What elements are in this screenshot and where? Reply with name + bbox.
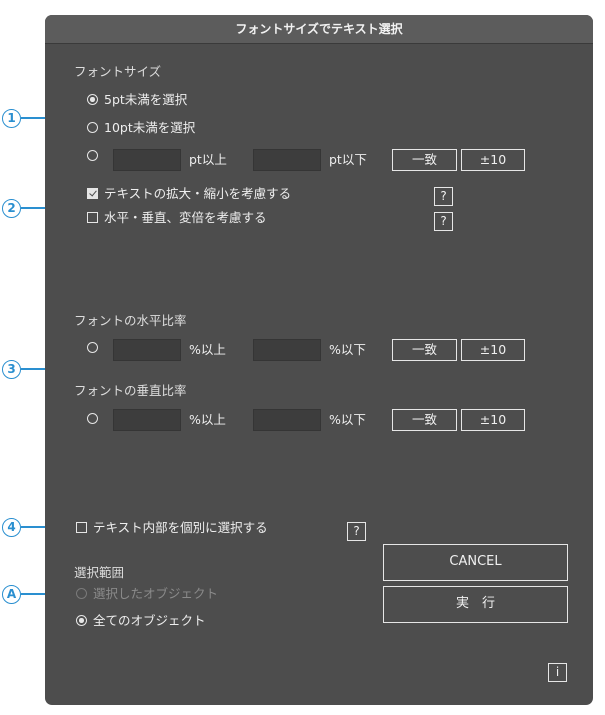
annotation-marker-3: 3 bbox=[2, 360, 21, 379]
inner-text-label: テキスト内部を個別に選択する bbox=[93, 520, 268, 535]
consider-scale-help-button[interactable]: ? bbox=[434, 187, 453, 206]
pt-min-suffix: pt以上 bbox=[189, 152, 227, 167]
vertical-ratio-section-label: フォントの垂直比率 bbox=[74, 383, 187, 398]
annotation-marker-a: A bbox=[2, 585, 21, 604]
horizontal-min-suffix: %以上 bbox=[189, 342, 226, 357]
inner-text-checkbox[interactable] bbox=[76, 522, 87, 533]
annotation-marker-4: 4 bbox=[2, 518, 21, 537]
horizontal-ratio-section-label: フォントの水平比率 bbox=[74, 313, 187, 328]
consider-hv-label: 水平・垂直、変倍を考慮する bbox=[104, 210, 267, 225]
vertical-max-input[interactable] bbox=[253, 409, 321, 431]
pt-pm10-button[interactable]: ±10 bbox=[461, 149, 525, 171]
font-size-section-label: フォントサイズ bbox=[74, 64, 162, 79]
radio-below-5pt-label: 5pt未満を選択 bbox=[104, 92, 188, 107]
radio-all-objects-label: 全てのオブジェクト bbox=[93, 613, 206, 628]
radio-below-10pt[interactable] bbox=[87, 122, 98, 133]
radio-vertical-ratio[interactable] bbox=[87, 413, 98, 424]
consider-scale-label: テキストの拡大・縮小を考慮する bbox=[104, 186, 292, 201]
vertical-min-input[interactable] bbox=[113, 409, 181, 431]
vertical-match-button[interactable]: 一致 bbox=[392, 409, 457, 431]
horizontal-max-input[interactable] bbox=[253, 339, 321, 361]
annotation-marker-1: 1 bbox=[2, 109, 21, 128]
pt-max-suffix: pt以下 bbox=[329, 152, 367, 167]
horizontal-min-input[interactable] bbox=[113, 339, 181, 361]
scope-section-label: 選択範囲 bbox=[74, 565, 125, 580]
horizontal-pm10-button[interactable]: ±10 bbox=[461, 339, 525, 361]
radio-selected-objects[interactable] bbox=[76, 588, 87, 599]
pt-max-input[interactable] bbox=[253, 149, 321, 171]
cancel-button[interactable]: CANCEL bbox=[383, 544, 568, 581]
consider-hv-help-button[interactable]: ? bbox=[434, 212, 453, 231]
consider-scale-checkbox[interactable] bbox=[87, 188, 98, 199]
radio-selected-objects-label: 選択したオブジェクト bbox=[93, 586, 219, 601]
info-button[interactable]: i bbox=[548, 663, 567, 682]
radio-pt-range[interactable] bbox=[87, 150, 98, 161]
inner-text-help-button[interactable]: ? bbox=[347, 522, 366, 541]
vertical-min-suffix: %以上 bbox=[189, 412, 226, 427]
font-size-select-dialog: フォントサイズでテキスト選択 フォントサイズ 5pt未満を選択 10pt未満を選… bbox=[45, 15, 593, 705]
execute-button[interactable]: 実 行 bbox=[383, 586, 568, 623]
vertical-pm10-button[interactable]: ±10 bbox=[461, 409, 525, 431]
radio-below-5pt[interactable] bbox=[87, 94, 98, 105]
radio-all-objects[interactable] bbox=[76, 615, 87, 626]
horizontal-match-button[interactable]: 一致 bbox=[392, 339, 457, 361]
vertical-max-suffix: %以下 bbox=[329, 412, 366, 427]
dialog-title: フォントサイズでテキスト選択 bbox=[45, 15, 593, 44]
radio-horizontal-ratio[interactable] bbox=[87, 342, 98, 353]
pt-min-input[interactable] bbox=[113, 149, 181, 171]
consider-hv-checkbox[interactable] bbox=[87, 212, 98, 223]
annotation-marker-2: 2 bbox=[2, 199, 21, 218]
pt-match-button[interactable]: 一致 bbox=[392, 149, 457, 171]
horizontal-max-suffix: %以下 bbox=[329, 342, 366, 357]
radio-below-10pt-label: 10pt未満を選択 bbox=[104, 120, 196, 135]
